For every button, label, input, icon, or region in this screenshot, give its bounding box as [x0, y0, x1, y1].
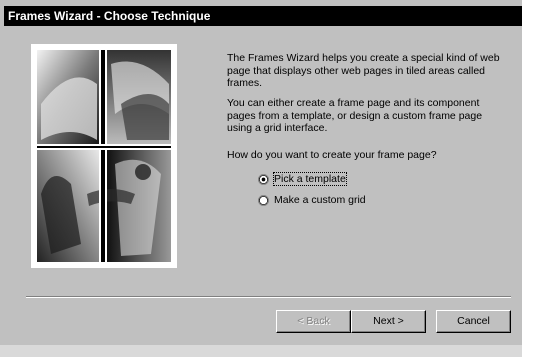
radio-pick-template-label: Pick a template	[273, 172, 347, 186]
radio-make-custom-grid-label: Make a custom grid	[274, 194, 366, 206]
window-title: Frames Wizard - Choose Technique	[8, 9, 211, 23]
background-strip	[522, 0, 543, 357]
radio-unchecked-icon	[258, 195, 269, 206]
cancel-button[interactable]: Cancel	[436, 310, 511, 333]
wizard-description-1: The Frames Wizard helps you create a spe…	[227, 52, 500, 89]
radio-checked-icon	[258, 174, 269, 185]
title-bar: Frames Wizard - Choose Technique	[4, 6, 522, 26]
wizard-question: How do you want to create your frame pag…	[227, 149, 437, 161]
bottom-edge	[0, 345, 522, 357]
wizard-description-2: You can either create a frame page and i…	[227, 97, 483, 134]
button-separator	[26, 296, 511, 298]
frames-illustration-image	[37, 50, 171, 262]
wizard-illustration	[31, 44, 177, 268]
back-button[interactable]: < Back	[276, 310, 351, 333]
next-button[interactable]: Next >	[351, 310, 426, 333]
frames-wizard-dialog: Frames Wizard - Choose Technique The Fra…	[0, 0, 543, 357]
